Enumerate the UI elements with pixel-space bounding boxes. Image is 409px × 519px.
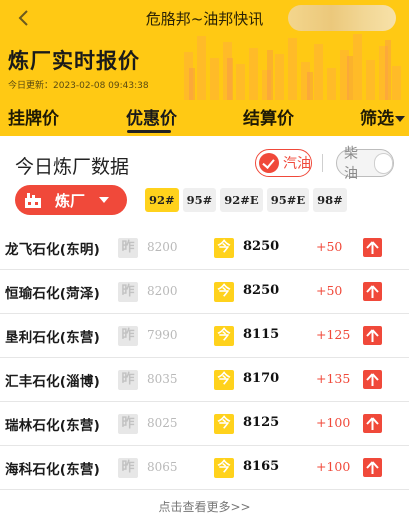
refinery-name: 瑞林石化(东营) [5,418,100,434]
refinery-name: 汇丰石化(淄博) [5,374,100,390]
tab-discount-price[interactable]: 优惠价 [126,104,177,129]
today-badge: 今 [214,238,234,258]
up-arrow-icon [363,238,382,257]
up-arrow-icon [363,282,382,301]
yesterday-price: 8200 [147,240,178,254]
tab-filter[interactable]: 筛选 [360,104,405,129]
section-title: 今日炼厂数据 [15,156,130,178]
grade-92[interactable]: 92# [145,188,179,212]
yesterday-badge: 昨 [118,282,138,302]
header: 危胳邦~油邦快讯 炼厂实时报价 今日更新：2023-02-08 09:43:38… [0,0,409,136]
grade-92e[interactable]: 92#E [220,188,263,212]
grade-95[interactable]: 95# [182,188,217,212]
price-row[interactable]: 瑞林石化(东营) 昨 8025 今 8125 +100 [0,402,409,446]
yesterday-badge: 昨 [118,238,138,258]
price-row[interactable]: 汇丰石化(淄博) 昨 8035 今 8170 +135 [0,358,409,402]
page-title: 炼厂实时报价 [8,49,140,73]
blurred-account-pill[interactable] [288,5,396,31]
yesterday-badge: 昨 [118,458,138,478]
view-more-link[interactable]: 点击查看更多>> [0,498,409,515]
yesterday-price: 8065 [147,460,178,474]
today-price: 8170 [243,371,280,386]
toggle-divider [322,154,323,172]
dropdown-caret-icon [99,197,110,203]
active-tab-underline [127,130,171,133]
refinery-label: 炼厂 [55,191,86,210]
refinery-dropdown-button[interactable]: 炼厂 [15,185,127,215]
today-price: 8115 [243,327,280,342]
update-timestamp: 今日更新：2023-02-08 09:43:38 [8,81,149,91]
yesterday-badge: 昨 [118,414,138,434]
top-nav: 危胳邦~油邦快讯 [0,0,409,36]
yesterday-badge: 昨 [118,370,138,390]
price-change: +100 [316,459,351,474]
gasoline-toggle[interactable]: 汽油 [255,149,312,177]
up-arrow-icon [363,414,382,433]
filter-label: 筛选 [360,109,394,129]
factory-icon [25,193,41,208]
yesterday-price: 7990 [147,328,178,342]
yesterday-badge: 昨 [118,326,138,346]
today-price: 8165 [243,459,280,474]
up-arrow-icon [363,458,382,477]
refinery-name: 垦利石化(东营) [5,330,100,346]
price-row[interactable]: 龙飞石化(东明) 昨 8200 今 8250 +50 [0,226,409,270]
yesterday-price: 8035 [147,372,178,386]
refinery-name: 海科石化(东营) [5,462,100,478]
up-arrow-icon [363,370,382,389]
price-list: 龙飞石化(东明) 昨 8200 今 8250 +50 恒瑜石化(菏泽) 昨 82… [0,226,409,490]
yesterday-price: 8200 [147,284,178,298]
price-change: +50 [316,283,343,298]
grade-selector: 92# 95# 92#E 95#E 98# [145,188,351,212]
tab-listed-price[interactable]: 挂牌价 [8,104,59,129]
today-badge: 今 [214,370,234,390]
diesel-toggle[interactable]: 柴油 [336,146,394,182]
refinery-panel: 今日炼厂数据 汽油 柴油 炼厂 92# 95# 92#E 95#E 98# 龙飞… [0,136,409,519]
price-change: +135 [316,371,351,386]
today-price: 8125 [243,415,280,430]
today-badge: 今 [214,414,234,434]
today-badge: 今 [214,458,234,478]
up-arrow-icon [363,326,382,345]
tab-settlement-price[interactable]: 结算价 [243,104,294,129]
today-price: 8250 [243,283,280,298]
diesel-label: 柴油 [344,146,358,182]
grade-98[interactable]: 98# [313,188,347,212]
tab-bar: 挂牌价 优惠价 结算价 筛选 [0,100,409,136]
today-badge: 今 [214,326,234,346]
check-icon [259,153,279,173]
refinery-name: 龙飞石化(东明) [5,242,100,258]
price-change: +50 [316,239,343,254]
filter-caret-icon [395,116,405,122]
refinery-name: 恒瑜石化(菏泽) [5,286,100,302]
decorative-bars-background [184,34,401,100]
gasoline-label: 汽油 [283,156,311,172]
price-row[interactable]: 海科石化(东营) 昨 8065 今 8165 +100 [0,446,409,490]
price-row[interactable]: 恒瑜石化(菏泽) 昨 8200 今 8250 +50 [0,270,409,314]
price-change: +125 [316,327,351,342]
price-change: +100 [316,415,351,430]
toggle-knob [374,152,393,174]
yesterday-price: 8025 [147,416,178,430]
price-row[interactable]: 垦利石化(东营) 昨 7990 今 8115 +125 [0,314,409,358]
grade-95e[interactable]: 95#E [266,188,310,212]
today-price: 8250 [243,239,280,254]
today-badge: 今 [214,282,234,302]
